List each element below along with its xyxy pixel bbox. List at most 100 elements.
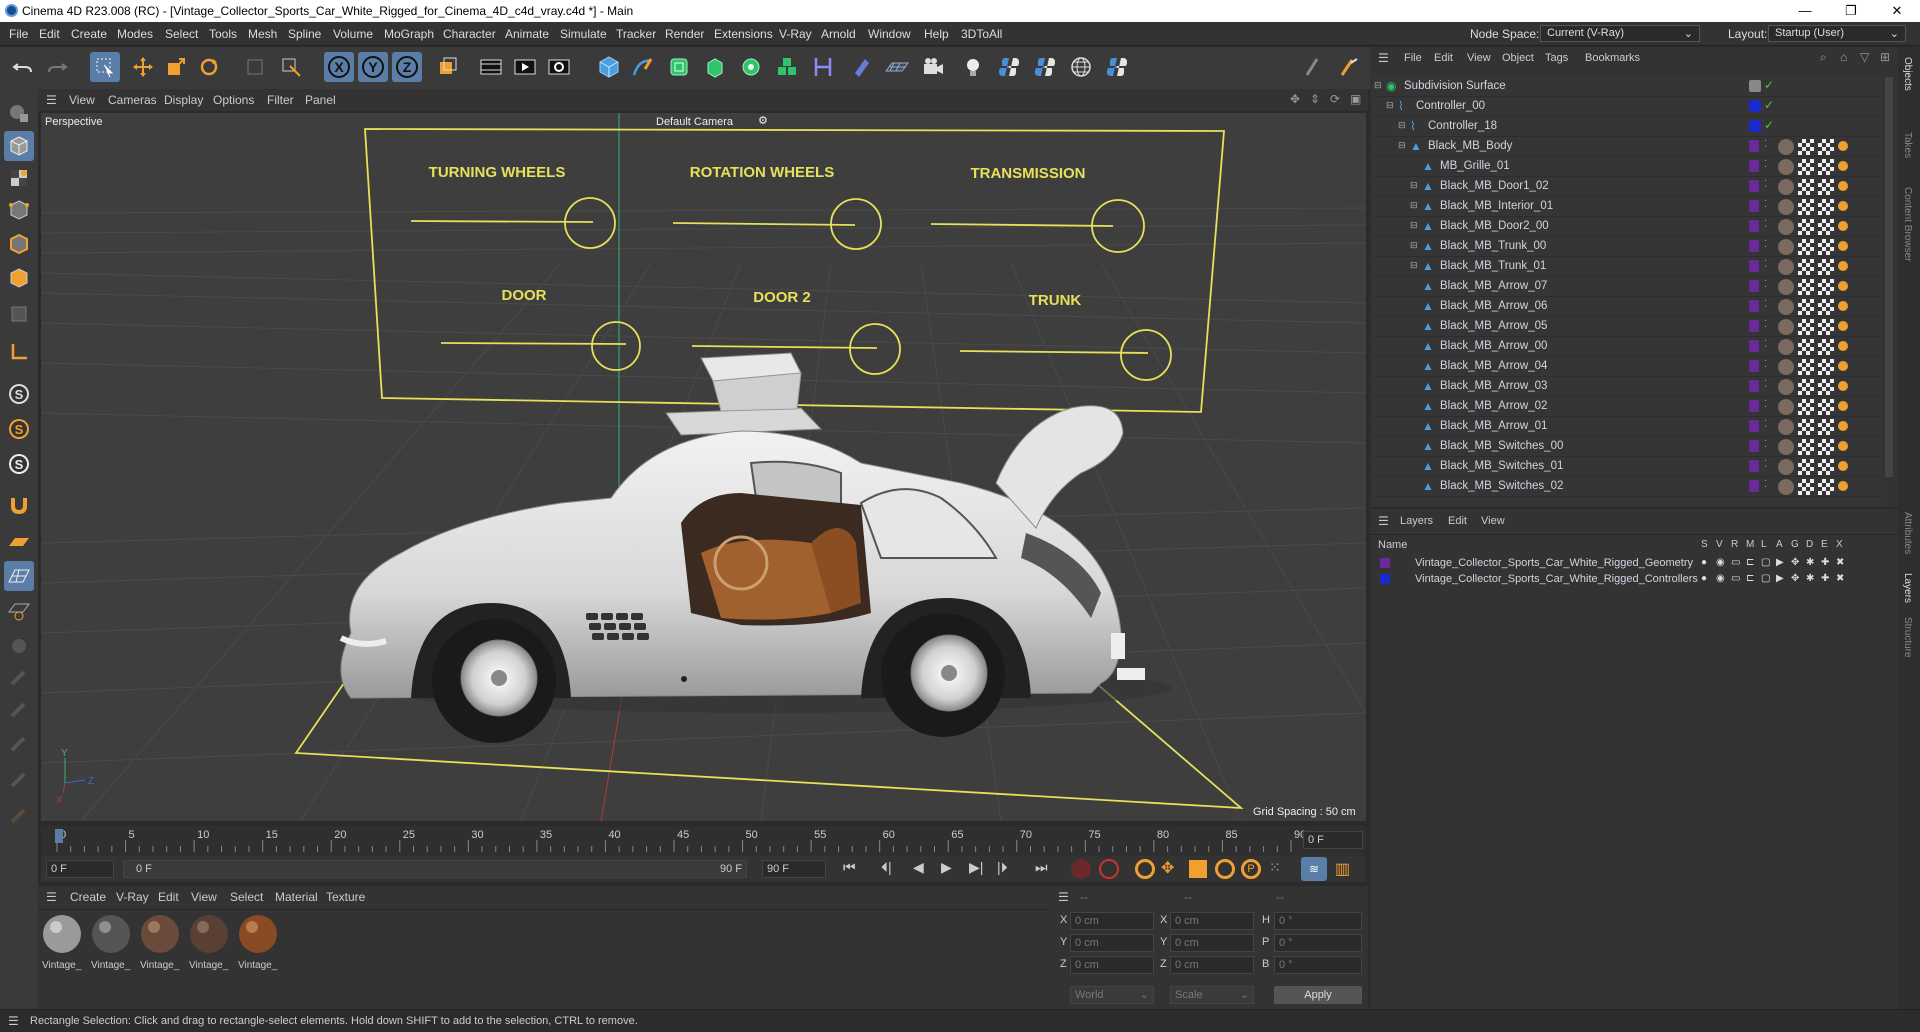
menu-render[interactable]: Render	[665, 27, 704, 41]
texture-tag-icon[interactable]	[1818, 179, 1834, 195]
frame-range-slider[interactable]: 0 F 90 F	[123, 860, 747, 878]
texture-mode-button[interactable]	[4, 163, 34, 193]
material-tag-icon[interactable]	[1778, 279, 1794, 295]
material-menu-edit[interactable]: Edit	[158, 890, 179, 904]
viewport-menu-filter[interactable]: Filter	[267, 93, 294, 107]
menu-volume[interactable]: Volume	[333, 27, 373, 41]
material-menu-view[interactable]: View	[191, 890, 217, 904]
lock-x-axis-button[interactable]: X	[324, 52, 354, 82]
lock-y-axis-button[interactable]: Y	[358, 52, 388, 82]
material-tag-icon[interactable]	[1778, 219, 1794, 235]
go-to-start-icon[interactable]: ⏮	[843, 859, 856, 876]
layer-toggle-s[interactable]: ●	[1701, 573, 1707, 584]
tab-structure[interactable]: Structure	[1902, 617, 1913, 658]
object-menu-tags[interactable]: Tags	[1545, 52, 1568, 64]
object-row[interactable]: ⊟ ▲ Black_MB_Trunk_01 ⁚	[1372, 257, 1880, 277]
sculpt-tool-1[interactable]	[4, 631, 34, 661]
check-icon[interactable]: ✓	[1764, 78, 1774, 92]
tab-takes[interactable]: Takes	[1902, 132, 1913, 158]
layer-toggle-r[interactable]: ▭	[1731, 557, 1740, 568]
layer-toggle-a[interactable]: ▶	[1776, 557, 1784, 568]
viewport-menu-panel[interactable]: Panel	[305, 93, 336, 107]
texture-tag-icon[interactable]	[1798, 479, 1814, 495]
layer-toggle-x[interactable]: ✖	[1836, 573, 1844, 584]
deformer-button[interactable]	[808, 52, 838, 82]
python-script-button-1[interactable]	[994, 52, 1024, 82]
selection-tag-icon[interactable]	[1838, 461, 1848, 471]
layer-name[interactable]: Vintage_Collector_Sports_Car_White_Rigge…	[1415, 573, 1698, 585]
expand-icon[interactable]: ⊟	[1410, 220, 1418, 231]
layers-menu-layers[interactable]: Layers	[1400, 515, 1433, 527]
viewport-menu-options[interactable]: Options	[213, 93, 254, 107]
object-row[interactable]: ▲ Black_MB_Arrow_04 ⁚	[1372, 357, 1880, 377]
keyframe-selection-icon[interactable]	[1135, 859, 1155, 879]
make-editable-button[interactable]	[4, 97, 34, 127]
selection-tag-icon[interactable]	[1838, 361, 1848, 371]
visibility-dots-icon[interactable]: ⁚	[1764, 379, 1767, 390]
render-view-button[interactable]	[476, 52, 506, 82]
material-tag-icon[interactable]	[1778, 399, 1794, 415]
material-menu-select[interactable]: Select	[230, 890, 263, 904]
selection-tag-icon[interactable]	[1838, 201, 1848, 211]
camera-name[interactable]: Default Camera	[656, 116, 733, 128]
check-icon[interactable]: ✓	[1764, 118, 1774, 132]
texture-tag-icon[interactable]	[1818, 279, 1834, 295]
texture-tag-icon[interactable]	[1818, 479, 1834, 495]
sculpt-tool-2[interactable]	[4, 663, 34, 693]
object-row[interactable]: ⊟ ◉ Subdivision Surface ✓	[1372, 77, 1880, 97]
size-field[interactable]: 0 cm	[1170, 912, 1254, 930]
visibility-dots-icon[interactable]: ⁚	[1764, 339, 1767, 350]
layer-color-swatch[interactable]	[1380, 558, 1390, 568]
menu-create[interactable]: Create	[71, 27, 107, 41]
texture-tag-icon[interactable]	[1798, 239, 1814, 255]
floor-button[interactable]	[882, 52, 912, 82]
polygons-mode-button[interactable]	[4, 263, 34, 293]
expand-icon[interactable]: ⊟	[1410, 240, 1418, 251]
layer-column-l[interactable]: L	[1761, 539, 1767, 550]
object-row[interactable]: ▲ Black_MB_Switches_01 ⁚	[1372, 457, 1880, 477]
paint-tool-button[interactable]	[1334, 52, 1364, 82]
apply-button[interactable]: Apply	[1274, 986, 1362, 1004]
timeline-ruler[interactable]: 0 5 10 15 20 25 30 35 40 45 50 55 60 65 70 75 80 85 90 0 F	[41, 826, 1366, 856]
motion-system-icon[interactable]: ≋	[1301, 857, 1327, 881]
material-tag-icon[interactable]	[1778, 199, 1794, 215]
layer-toggle-s[interactable]: ●	[1701, 557, 1707, 568]
workplane-button[interactable]	[276, 52, 306, 82]
layer-tag[interactable]	[1749, 360, 1759, 372]
minimize-button[interactable]: —	[1782, 0, 1828, 22]
record-active-icon[interactable]	[1071, 859, 1091, 879]
hamburger-icon[interactable]: ☰	[46, 890, 57, 904]
maximize-view-icon[interactable]: ▣	[1350, 92, 1361, 106]
points-mode-button[interactable]	[4, 195, 34, 225]
selection-tag-icon[interactable]	[1838, 381, 1848, 391]
layer-toggle-m[interactable]: ⊏	[1746, 557, 1754, 568]
texture-tag-icon[interactable]	[1798, 159, 1814, 175]
layer-toggle-x[interactable]: ✖	[1836, 557, 1844, 568]
menu-help[interactable]: Help	[924, 27, 949, 41]
visibility-dots-icon[interactable]: ⁚	[1764, 399, 1767, 410]
visibility-dots-icon[interactable]: ⁚	[1764, 139, 1767, 150]
play-icon[interactable]: ▶	[941, 859, 952, 876]
expand-icon[interactable]: ⊟	[1398, 120, 1406, 131]
layer-column-m[interactable]: M	[1746, 539, 1754, 550]
layer-toggle-v[interactable]: ◉	[1716, 557, 1725, 568]
material-tag-icon[interactable]	[1778, 239, 1794, 255]
material-swatch-1[interactable]: Vintage_	[42, 914, 84, 982]
texture-tag-icon[interactable]	[1798, 399, 1814, 415]
cube-primitive-button[interactable]	[594, 52, 624, 82]
layer-tag[interactable]	[1749, 440, 1759, 452]
material-tag-icon[interactable]	[1778, 419, 1794, 435]
expand-icon[interactable]: ⊟	[1398, 140, 1406, 151]
material-tag-icon[interactable]	[1778, 339, 1794, 355]
selection-tag-icon[interactable]	[1838, 281, 1848, 291]
rotation-key-icon[interactable]	[1215, 859, 1235, 879]
position-key-icon[interactable]: ✥	[1161, 858, 1174, 878]
live-selection-button[interactable]	[90, 52, 120, 82]
object-row[interactable]: ⊟ ▲ Black_MB_Door1_02 ⁚	[1372, 177, 1880, 197]
layer-toggle-a[interactable]: ▶	[1776, 573, 1784, 584]
next-key-icon[interactable]: |⏵	[997, 859, 1008, 876]
viewport-3d[interactable]: TURNING WHEELS ROTATION WHEELS TRANSMISS…	[41, 113, 1366, 821]
home-icon[interactable]: ⌂	[1840, 50, 1847, 64]
layer-tag[interactable]	[1749, 160, 1759, 172]
texture-tag-icon[interactable]	[1798, 139, 1814, 155]
